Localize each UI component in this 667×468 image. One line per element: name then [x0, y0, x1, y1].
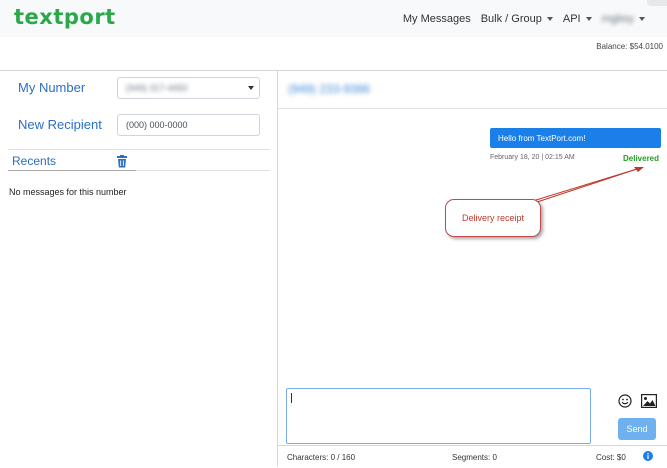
- conversation-panel: (949) 233-9386 Hello from TextPort.com! …: [278, 70, 667, 466]
- segment-count: Segments: 0: [452, 453, 497, 462]
- new-recipient-label: New Recipient: [18, 117, 102, 132]
- new-recipient-placeholder: (000) 000-0000: [126, 120, 188, 130]
- character-count: Characters: 0 / 160: [287, 453, 356, 462]
- send-button[interactable]: Send: [618, 418, 656, 440]
- empty-recents-text: No messages for this number: [9, 187, 127, 197]
- nav-bulk-group[interactable]: Bulk / Group: [481, 13, 553, 25]
- nav-api[interactable]: API: [563, 13, 592, 25]
- recipient-number: (949) 233-9386: [288, 82, 371, 96]
- compose-footer: Characters: 0 / 160 Segments: 0 Cost: $0: [278, 445, 667, 467]
- recents-underline: [8, 170, 136, 171]
- message-cost: Cost: $0: [596, 453, 626, 462]
- my-number-value: (949) 317-4450: [126, 83, 188, 93]
- left-panel: My Number (949) 317-4450 New Recipient (…: [0, 70, 278, 466]
- message-bubble: Hello from TextPort.com!: [490, 128, 661, 148]
- chevron-down-icon: [639, 17, 645, 21]
- my-number-label: My Number: [18, 80, 86, 95]
- chevron-down-icon: [585, 17, 592, 21]
- nav-user-name: mgbsy: [601, 13, 634, 25]
- text-cursor: [291, 393, 292, 403]
- conversation-header: (949) 233-9386: [278, 71, 667, 109]
- message-compose-input[interactable]: [286, 388, 591, 444]
- nav-bulk-group-label: Bulk / Group: [480, 13, 542, 25]
- recents-label: Recents: [12, 154, 57, 168]
- info-icon[interactable]: [643, 451, 653, 461]
- chevron-down-icon: [546, 17, 553, 21]
- balance-text: Balance: $54.0100: [596, 42, 663, 51]
- nav-links: My Messages Bulk / Group API mgbsy: [403, 13, 645, 25]
- nav-user-menu[interactable]: mgbsy: [602, 13, 645, 25]
- image-icon[interactable]: [641, 394, 657, 408]
- my-number-select[interactable]: (949) 317-4450: [117, 77, 260, 99]
- corner-tab: [647, 0, 667, 6]
- top-navbar: textport My Messages Bulk / Group API mg…: [0, 0, 667, 37]
- recents-header: Recents: [8, 149, 270, 171]
- new-recipient-input[interactable]: (000) 000-0000: [117, 114, 260, 136]
- delivery-receipt-callout: Delivery receipt: [445, 199, 541, 237]
- trash-icon[interactable]: [116, 155, 128, 168]
- emoji-icon[interactable]: [618, 394, 632, 408]
- nav-my-messages[interactable]: My Messages: [403, 13, 471, 25]
- chevron-down-icon: [248, 86, 254, 90]
- nav-api-label: API: [562, 13, 581, 25]
- textport-logo[interactable]: textport: [14, 5, 116, 29]
